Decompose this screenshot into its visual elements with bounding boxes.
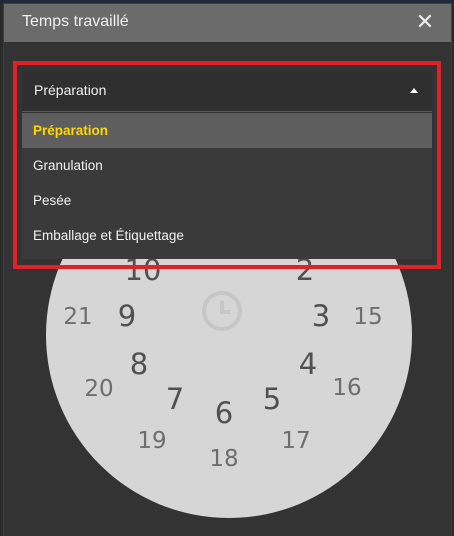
clock-number-9[interactable]: 9 <box>118 299 136 333</box>
close-icon[interactable]: ✕ <box>413 10 437 34</box>
clock-number-16[interactable]: 16 <box>332 375 361 401</box>
clock-number-7[interactable]: 7 <box>166 382 184 416</box>
clock-number-8[interactable]: 8 <box>130 347 148 381</box>
clock-number-21[interactable]: 21 <box>63 304 92 330</box>
dialog-title: Temps travaillé <box>22 13 129 30</box>
clock-icon <box>202 291 242 331</box>
title-bar: Temps travaillé ✕ <box>4 4 451 42</box>
clock-number-20[interactable]: 20 <box>84 376 113 402</box>
clock-number-19[interactable]: 19 <box>137 428 166 454</box>
clock-number-4[interactable]: 4 <box>299 347 317 381</box>
clock-number-6[interactable]: 6 <box>215 396 233 430</box>
clock-number-5[interactable]: 5 <box>263 382 281 416</box>
clock-number-18[interactable]: 18 <box>209 446 238 472</box>
clock-number-3[interactable]: 3 <box>312 299 330 333</box>
highlight-frame <box>13 61 441 269</box>
clock-number-15[interactable]: 15 <box>353 304 382 330</box>
clock-number-17[interactable]: 17 <box>281 428 310 454</box>
